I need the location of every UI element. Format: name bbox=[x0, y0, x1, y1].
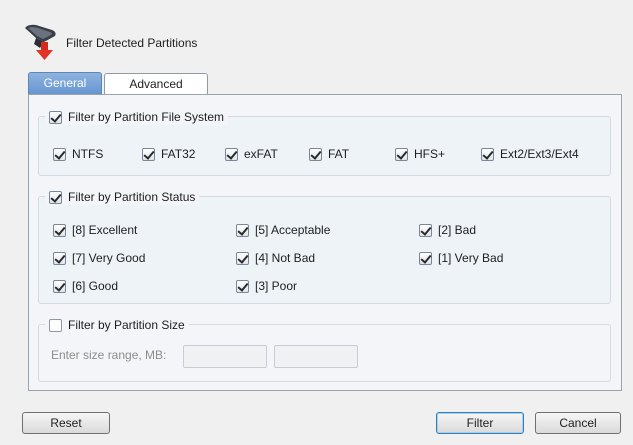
fs-fat32-checkbox[interactable] bbox=[142, 147, 155, 161]
fs-ntfs[interactable]: NTFS bbox=[53, 146, 103, 162]
partition-status-group: Filter by Partition Status [8] Excellent… bbox=[38, 189, 611, 304]
status-poor[interactable]: [3] Poor bbox=[236, 278, 297, 294]
file-system-filter-toggle[interactable]: Filter by Partition File System bbox=[45, 109, 229, 125]
fs-hfs[interactable]: HFS+ bbox=[395, 146, 445, 162]
tab-advanced[interactable]: Advanced bbox=[104, 73, 208, 95]
cancel-button[interactable]: Cancel bbox=[535, 412, 621, 434]
size-range-label: Enter size range, MB: bbox=[51, 348, 167, 362]
status-acceptable[interactable]: [5] Acceptable bbox=[236, 222, 330, 238]
fs-hfs-label: HFS+ bbox=[414, 147, 446, 161]
fs-hfs-checkbox[interactable] bbox=[395, 147, 408, 161]
status-not-bad[interactable]: [4] Not Bad bbox=[236, 250, 315, 266]
filter-button[interactable]: Filter bbox=[436, 412, 524, 434]
status-very-bad-label: [1] Very Bad bbox=[438, 251, 504, 265]
status-filter-toggle[interactable]: Filter by Partition Status bbox=[45, 189, 200, 205]
fs-exfat-label: exFAT bbox=[244, 147, 278, 161]
status-poor-label: [3] Poor bbox=[255, 279, 298, 293]
tab-general[interactable]: General bbox=[28, 72, 102, 95]
status-excellent[interactable]: [8] Excellent bbox=[53, 222, 137, 238]
status-acceptable-label: [5] Acceptable bbox=[255, 223, 331, 237]
status-bad[interactable]: [2] Bad bbox=[419, 222, 476, 238]
fs-fat32-label: FAT32 bbox=[161, 147, 196, 161]
status-excellent-label: [8] Excellent bbox=[72, 223, 138, 237]
status-very-good[interactable]: [7] Very Good bbox=[53, 250, 145, 266]
status-very-bad[interactable]: [1] Very Bad bbox=[419, 250, 503, 266]
status-not-bad-label: [4] Not Bad bbox=[255, 251, 316, 265]
file-system-checkbox[interactable] bbox=[49, 110, 62, 124]
fs-exfat[interactable]: exFAT bbox=[225, 146, 278, 162]
fs-ext-checkbox[interactable] bbox=[481, 147, 494, 161]
status-very-good-label: [7] Very Good bbox=[72, 251, 146, 265]
status-good-label: [6] Good bbox=[72, 279, 119, 293]
status-poor-checkbox[interactable] bbox=[236, 279, 249, 293]
fs-fat-label: FAT bbox=[328, 147, 350, 161]
size-label: Filter by Partition Size bbox=[68, 318, 185, 332]
size-checkbox[interactable] bbox=[49, 318, 62, 332]
fs-ntfs-checkbox[interactable] bbox=[53, 147, 66, 161]
fs-exfat-checkbox[interactable] bbox=[225, 147, 238, 161]
fs-fat-checkbox[interactable] bbox=[309, 147, 322, 161]
fs-ext[interactable]: Ext2/Ext3/Ext4 bbox=[481, 146, 579, 162]
status-acceptable-checkbox[interactable] bbox=[236, 223, 249, 237]
size-min-input[interactable] bbox=[183, 345, 267, 368]
fs-ext-label: Ext2/Ext3/Ext4 bbox=[500, 147, 579, 161]
status-bad-label: [2] Bad bbox=[438, 223, 477, 237]
fs-fat[interactable]: FAT bbox=[309, 146, 349, 162]
status-good-checkbox[interactable] bbox=[53, 279, 66, 293]
page-title: Filter Detected Partitions bbox=[66, 36, 198, 50]
reset-button[interactable]: Reset bbox=[22, 412, 110, 434]
status-bad-checkbox[interactable] bbox=[419, 223, 432, 237]
file-system-group: Filter by Partition File System NTFS FAT… bbox=[38, 109, 611, 176]
status-good[interactable]: [6] Good bbox=[53, 278, 118, 294]
size-max-input[interactable] bbox=[274, 345, 358, 368]
file-system-label: Filter by Partition File System bbox=[68, 110, 225, 124]
fs-ntfs-label: NTFS bbox=[72, 147, 104, 161]
fs-fat32[interactable]: FAT32 bbox=[142, 146, 195, 162]
status-label: Filter by Partition Status bbox=[68, 190, 196, 204]
general-tab-panel: Filter by Partition File System NTFS FAT… bbox=[28, 94, 622, 391]
status-not-bad-checkbox[interactable] bbox=[236, 251, 249, 265]
status-checkbox[interactable] bbox=[49, 190, 62, 204]
filter-funnel-icon bbox=[25, 24, 56, 60]
size-filter-toggle[interactable]: Filter by Partition Size bbox=[45, 317, 189, 333]
status-very-bad-checkbox[interactable] bbox=[419, 251, 432, 265]
status-very-good-checkbox[interactable] bbox=[53, 251, 66, 265]
status-excellent-checkbox[interactable] bbox=[53, 223, 66, 237]
